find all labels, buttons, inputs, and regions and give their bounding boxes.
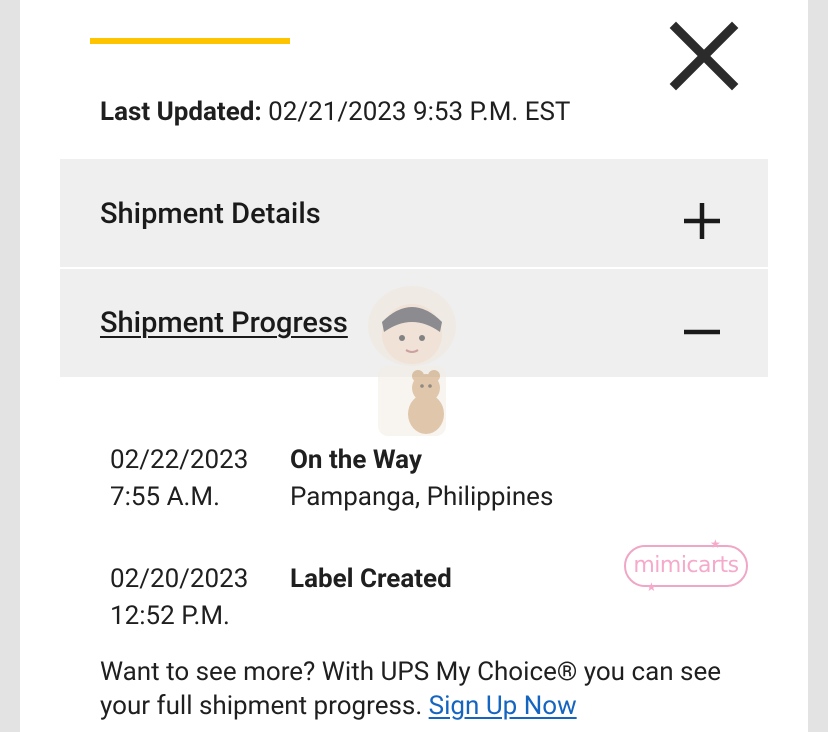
watermark-logo: ★ ★ mimicarts: [624, 538, 748, 593]
mascot-sticker-icon: [368, 286, 456, 436]
accordion-title: Shipment Details: [100, 197, 321, 231]
accordion-shipment-details[interactable]: Shipment Details: [60, 159, 768, 267]
event-date: 02/22/2023: [110, 445, 249, 475]
last-updated: Last Updated: 02/21/2023 9:53 P.M. EST: [100, 96, 570, 128]
last-updated-label: Last Updated:: [100, 97, 262, 127]
more-info-text: Want to see more? With UPS My Choice® yo…: [100, 657, 722, 721]
last-updated-value: 02/21/2023 9:53 P.M. EST: [268, 97, 571, 127]
close-x-icon: [669, 21, 739, 91]
plus-icon[interactable]: [680, 199, 724, 243]
event-date: 02/20/2023: [110, 564, 249, 594]
close-button[interactable]: [668, 20, 740, 92]
minus-icon[interactable]: [680, 309, 724, 353]
sign-up-link[interactable]: Sign Up Now: [429, 691, 577, 721]
event-location: Pampanga, Philippines: [290, 482, 554, 512]
tracking-panel: Last Updated: 02/21/2023 9:53 P.M. EST S…: [20, 0, 808, 732]
event-time: 12:52 P.M.: [110, 601, 230, 631]
more-info: Want to see more? With UPS My Choice® yo…: [100, 655, 740, 723]
accent-bar: [90, 38, 290, 44]
event-time: 7:55 A.M.: [110, 482, 220, 512]
watermark-text: mimicarts: [633, 553, 739, 578]
event-status: Label Created: [290, 564, 452, 594]
event-status: On the Way: [290, 445, 422, 475]
accordion-title: Shipment Progress: [100, 306, 348, 340]
